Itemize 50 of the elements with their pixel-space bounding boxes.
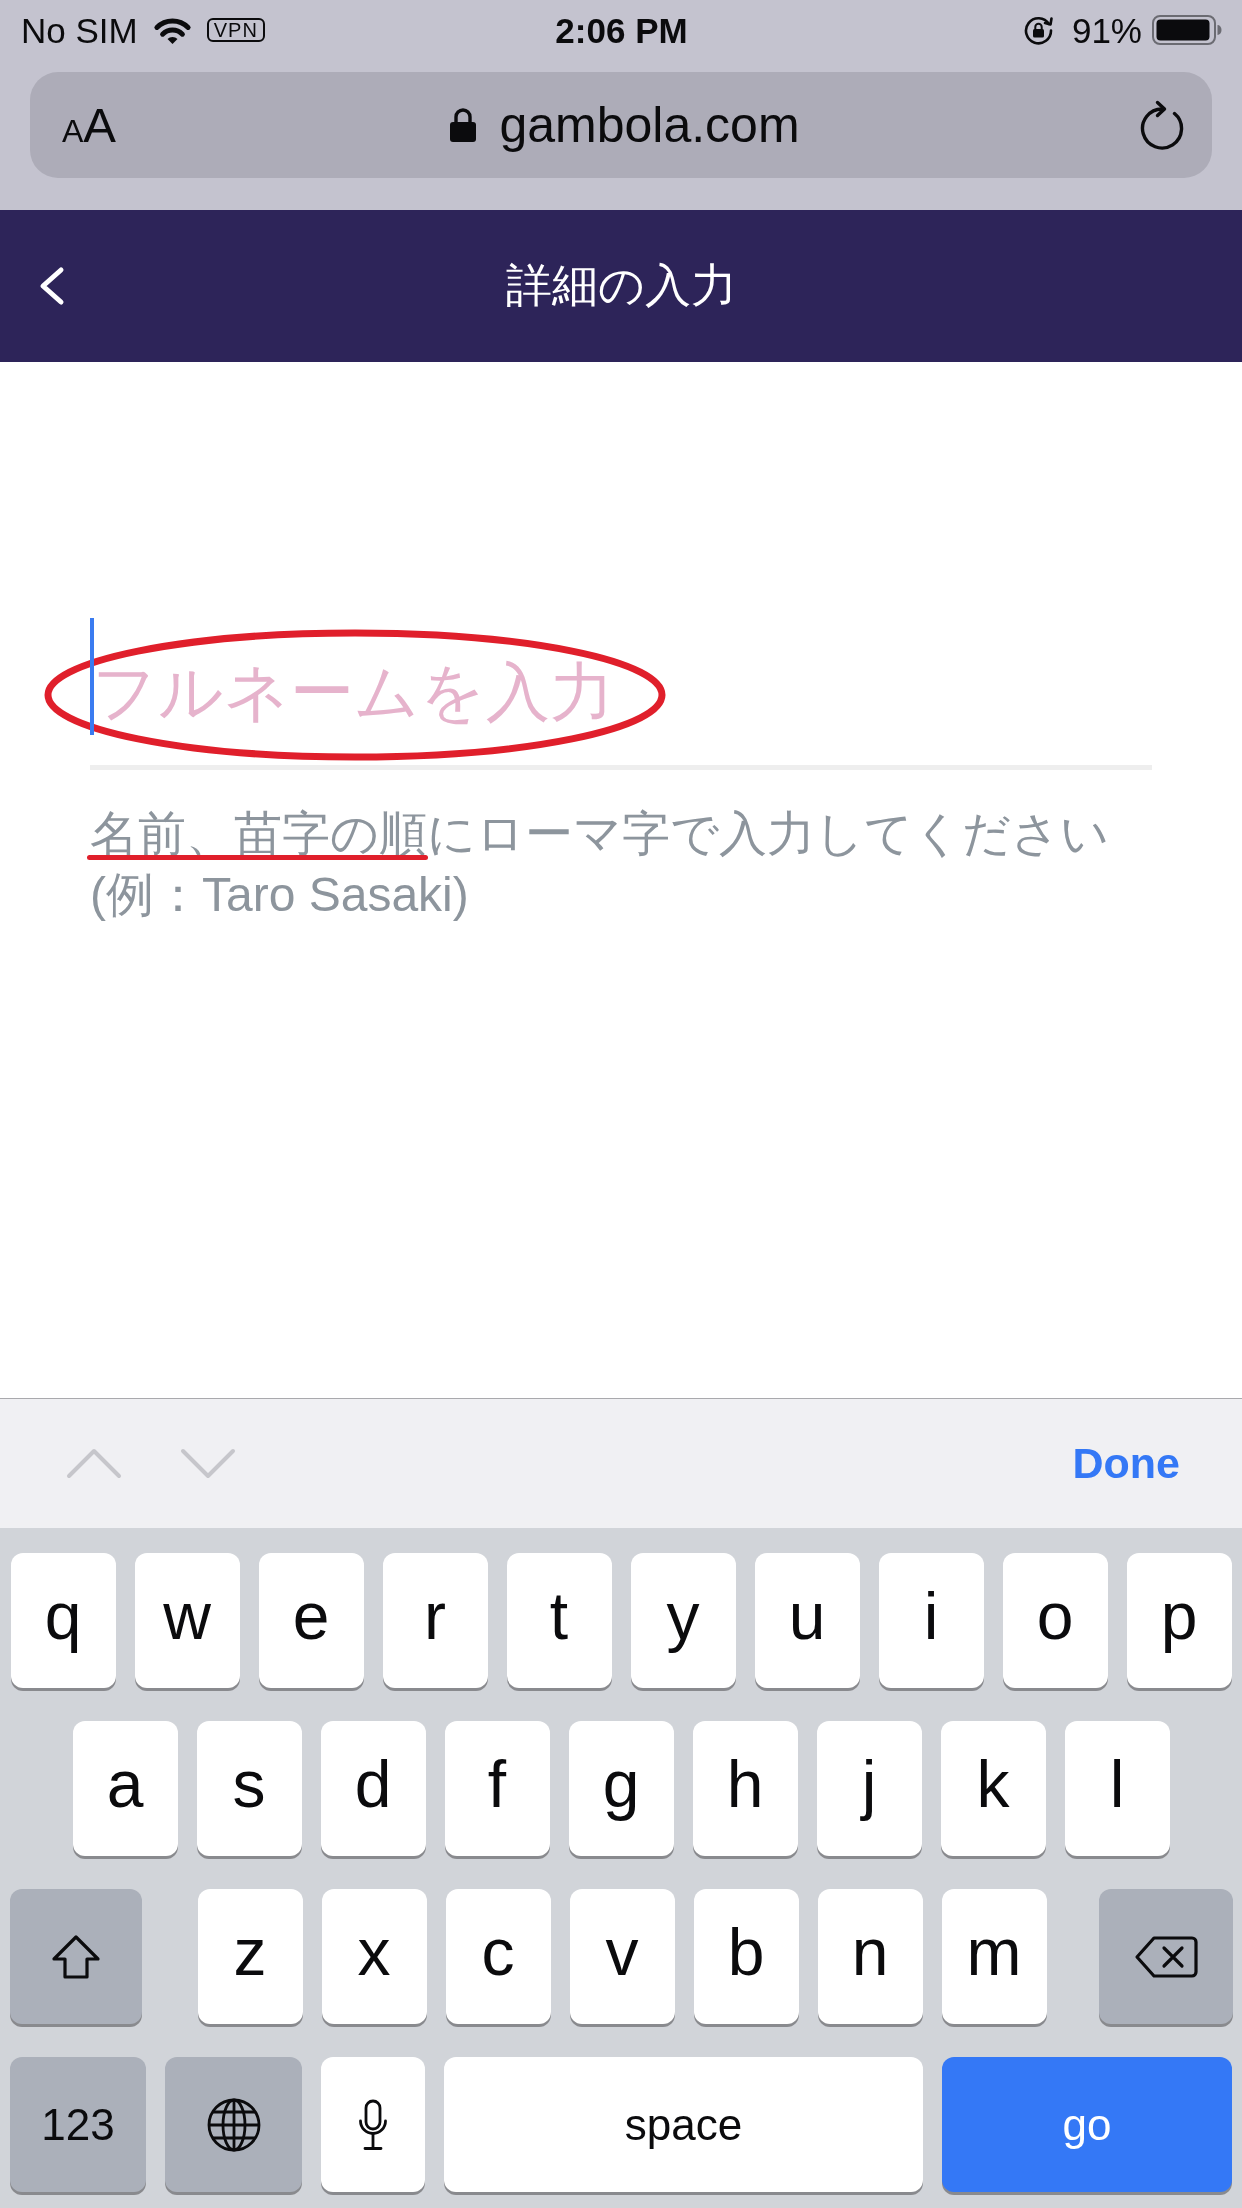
- status-time: 2:06 PM: [555, 12, 688, 48]
- microphone-icon: [358, 2098, 388, 2151]
- url-text: gambola.com: [499, 100, 800, 150]
- letter-key[interactable]: t: [506, 1553, 612, 1688]
- rotation-lock-icon: [1022, 14, 1054, 46]
- back-icon[interactable]: [38, 266, 65, 306]
- dictation-key[interactable]: [321, 2057, 425, 2192]
- letter-key[interactable]: g: [568, 1721, 674, 1856]
- backspace-icon: [1133, 1934, 1198, 1979]
- letter-key[interactable]: e: [258, 1553, 364, 1688]
- letter-key[interactable]: q: [10, 1553, 116, 1688]
- address-bar[interactable]: AA gambola.com: [30, 72, 1212, 178]
- globe-key[interactable]: [165, 2057, 302, 2192]
- page-title: 詳細の入力: [505, 258, 737, 313]
- letter-key[interactable]: b: [693, 1889, 799, 2024]
- space-key[interactable]: space: [444, 2057, 923, 2192]
- go-key[interactable]: go: [942, 2057, 1232, 2192]
- letter-key[interactable]: i: [878, 1553, 984, 1688]
- letter-key[interactable]: u: [754, 1553, 860, 1688]
- name-input-field[interactable]: フルネームを入力: [90, 618, 1152, 770]
- battery-percent: 91%: [1071, 12, 1142, 48]
- letter-key[interactable]: x: [321, 1889, 427, 2024]
- letter-key[interactable]: z: [197, 1889, 303, 2024]
- text-size-button[interactable]: AA: [62, 100, 117, 150]
- letter-key[interactable]: c: [445, 1889, 551, 2024]
- vpn-badge: VPN: [206, 18, 265, 42]
- letter-key[interactable]: p: [1126, 1553, 1232, 1688]
- letter-key[interactable]: y: [630, 1553, 736, 1688]
- shift-icon: [50, 1933, 101, 1980]
- shift-key[interactable]: [9, 1889, 142, 2024]
- letter-key[interactable]: o: [1002, 1553, 1108, 1688]
- letter-key[interactable]: s: [196, 1721, 302, 1856]
- carrier-name: No SIM: [21, 12, 138, 48]
- letter-key[interactable]: v: [569, 1889, 675, 2024]
- letter-key[interactable]: d: [320, 1721, 426, 1856]
- letter-key[interactable]: m: [941, 1889, 1047, 2024]
- done-button[interactable]: Done: [1072, 1439, 1180, 1488]
- letter-key[interactable]: k: [940, 1721, 1046, 1856]
- battery-icon: [1152, 15, 1222, 45]
- letter-key[interactable]: w: [134, 1553, 240, 1688]
- letter-key[interactable]: n: [817, 1889, 923, 2024]
- letter-key[interactable]: a: [72, 1721, 178, 1856]
- numbers-key[interactable]: 123: [10, 2057, 146, 2192]
- delete-key[interactable]: [1098, 1889, 1233, 2024]
- letter-key[interactable]: f: [444, 1721, 550, 1856]
- letter-key[interactable]: r: [382, 1553, 488, 1688]
- letter-key[interactable]: h: [692, 1721, 798, 1856]
- globe-icon: [206, 2097, 261, 2152]
- letter-key[interactable]: l: [1064, 1721, 1170, 1856]
- letter-key[interactable]: j: [816, 1721, 922, 1856]
